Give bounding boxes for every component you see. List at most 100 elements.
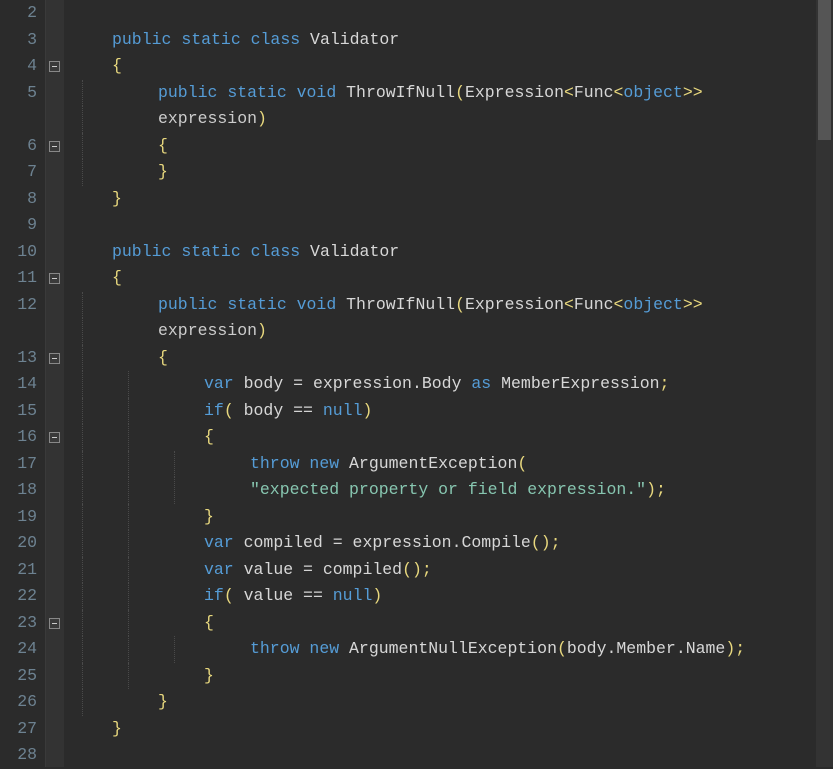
token: . — [676, 639, 686, 658]
code-line[interactable]: public static class Validator — [66, 27, 833, 54]
line-number: 4 — [4, 53, 37, 80]
token: void — [297, 83, 347, 102]
vertical-scrollbar[interactable] — [816, 0, 833, 767]
token: public — [158, 83, 227, 102]
code-line[interactable]: public static class Validator — [66, 239, 833, 266]
line-number: 23 — [4, 610, 37, 637]
token: = — [293, 374, 313, 393]
token: ( — [224, 401, 244, 420]
code-line[interactable]: expression) — [66, 318, 833, 345]
token: Validator — [310, 242, 399, 261]
token: ArgumentException — [349, 454, 517, 473]
token: Name — [686, 639, 726, 658]
token: object — [623, 295, 682, 314]
line-number — [4, 318, 37, 345]
token: value — [244, 586, 303, 605]
code-line[interactable] — [66, 0, 833, 27]
token: ( — [455, 83, 465, 102]
code-line[interactable]: "expected property or field expression."… — [66, 477, 833, 504]
code-line[interactable]: public static void ThrowIfNull(Expressio… — [66, 80, 833, 107]
token: expression — [158, 109, 257, 128]
fold-toggle-icon[interactable] — [49, 432, 60, 443]
token: ); — [725, 639, 745, 658]
token: } — [204, 666, 214, 685]
token: ( — [224, 586, 244, 605]
code-editor[interactable]: 2345678910111213141516171819202122232425… — [0, 0, 833, 767]
token: ( — [517, 454, 527, 473]
code-line[interactable]: { — [66, 610, 833, 637]
token: class — [251, 30, 310, 49]
line-number: 11 — [4, 265, 37, 292]
code-line[interactable]: } — [66, 716, 833, 743]
code-line[interactable]: throw new ArgumentNullException(body.Mem… — [66, 636, 833, 663]
code-line[interactable]: var value = compiled(); — [66, 557, 833, 584]
token: value — [244, 560, 303, 579]
line-number: 24 — [4, 636, 37, 663]
line-number: 22 — [4, 583, 37, 610]
token: } — [158, 692, 168, 711]
token: new — [309, 454, 349, 473]
token: { — [112, 268, 122, 287]
token: object — [623, 83, 682, 102]
token: >> — [683, 83, 703, 102]
code-line[interactable]: throw new ArgumentException( — [66, 451, 833, 478]
fold-toggle-icon[interactable] — [49, 273, 60, 284]
code-line[interactable]: public static void ThrowIfNull(Expressio… — [66, 292, 833, 319]
token: static — [181, 242, 250, 261]
fold-toggle-icon[interactable] — [49, 61, 60, 72]
token: null — [333, 586, 373, 605]
code-line[interactable]: { — [66, 133, 833, 160]
fold-column[interactable] — [46, 0, 64, 767]
code-line[interactable]: if( body == null) — [66, 398, 833, 425]
code-line[interactable]: } — [66, 186, 833, 213]
code-line[interactable] — [66, 212, 833, 239]
token: void — [297, 295, 347, 314]
line-number: 8 — [4, 186, 37, 213]
code-line[interactable]: var body = expression.Body as MemberExpr… — [66, 371, 833, 398]
scrollbar-thumb[interactable] — [818, 0, 831, 140]
fold-toggle-icon[interactable] — [49, 618, 60, 629]
code-line[interactable]: { — [66, 265, 833, 292]
fold-toggle-icon[interactable] — [49, 141, 60, 152]
code-line[interactable] — [66, 742, 833, 769]
token: ( — [557, 639, 567, 658]
line-number: 28 — [4, 742, 37, 769]
token: = — [303, 560, 323, 579]
token: ) — [257, 321, 267, 340]
code-line[interactable]: if( value == null) — [66, 583, 833, 610]
code-line[interactable]: { — [66, 345, 833, 372]
code-line[interactable]: { — [66, 424, 833, 451]
token: ( — [455, 295, 465, 314]
token: body — [244, 401, 294, 420]
code-line[interactable]: { — [66, 53, 833, 80]
line-number: 17 — [4, 451, 37, 478]
token: expression — [353, 533, 452, 552]
token: static — [227, 83, 296, 102]
line-number: 14 — [4, 371, 37, 398]
code-line[interactable]: } — [66, 689, 833, 716]
token: Compile — [461, 533, 530, 552]
code-line[interactable]: } — [66, 159, 833, 186]
token: class — [251, 242, 310, 261]
token: if — [204, 401, 224, 420]
code-line[interactable]: } — [66, 504, 833, 531]
token: ) — [372, 586, 382, 605]
scrollbar-track[interactable] — [816, 0, 833, 767]
line-number: 6 — [4, 133, 37, 160]
code-area[interactable]: public static class Validator{public sta… — [64, 0, 833, 767]
code-line[interactable]: var compiled = expression.Compile(); — [66, 530, 833, 557]
code-line[interactable]: } — [66, 663, 833, 690]
token: >> — [683, 295, 703, 314]
fold-toggle-icon[interactable] — [49, 353, 60, 364]
line-number: 18 — [4, 477, 37, 504]
token: ThrowIfNull — [346, 295, 455, 314]
token: . — [412, 374, 422, 393]
token: < — [614, 83, 624, 102]
token: Validator — [310, 30, 399, 49]
line-number: 27 — [4, 716, 37, 743]
token: Member — [616, 639, 675, 658]
code-line[interactable]: expression) — [66, 106, 833, 133]
line-number — [4, 106, 37, 133]
token: throw — [250, 454, 309, 473]
token: Expression — [465, 83, 564, 102]
